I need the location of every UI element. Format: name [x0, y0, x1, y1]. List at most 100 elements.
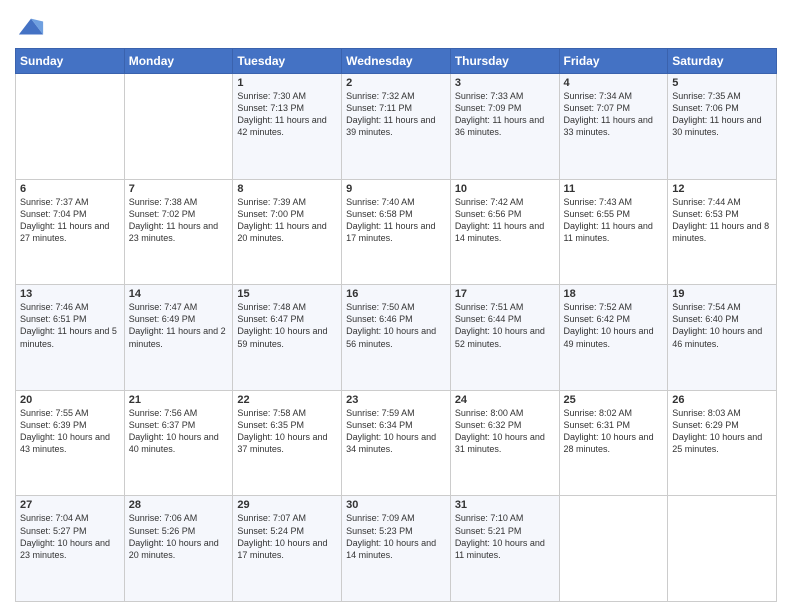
logo	[15, 14, 45, 42]
day-number: 4	[564, 77, 664, 89]
cell-info: Sunrise: 7:40 AM Sunset: 6:58 PM Dayligh…	[346, 196, 446, 245]
day-number: 13	[20, 288, 120, 300]
calendar-cell: 19Sunrise: 7:54 AM Sunset: 6:40 PM Dayli…	[668, 285, 777, 391]
calendar-cell: 29Sunrise: 7:07 AM Sunset: 5:24 PM Dayli…	[233, 496, 342, 602]
calendar-cell: 6Sunrise: 7:37 AM Sunset: 7:04 PM Daylig…	[16, 179, 125, 285]
day-number: 16	[346, 288, 446, 300]
calendar-cell	[559, 496, 668, 602]
calendar-cell	[668, 496, 777, 602]
calendar-cell: 18Sunrise: 7:52 AM Sunset: 6:42 PM Dayli…	[559, 285, 668, 391]
day-number: 14	[129, 288, 229, 300]
day-number: 27	[20, 499, 120, 511]
cell-info: Sunrise: 7:55 AM Sunset: 6:39 PM Dayligh…	[20, 407, 120, 456]
calendar-cell: 25Sunrise: 8:02 AM Sunset: 6:31 PM Dayli…	[559, 390, 668, 496]
cell-info: Sunrise: 7:10 AM Sunset: 5:21 PM Dayligh…	[455, 512, 555, 561]
calendar-cell: 12Sunrise: 7:44 AM Sunset: 6:53 PM Dayli…	[668, 179, 777, 285]
cell-info: Sunrise: 7:34 AM Sunset: 7:07 PM Dayligh…	[564, 90, 664, 139]
calendar-cell: 31Sunrise: 7:10 AM Sunset: 5:21 PM Dayli…	[450, 496, 559, 602]
cell-info: Sunrise: 7:37 AM Sunset: 7:04 PM Dayligh…	[20, 196, 120, 245]
cell-info: Sunrise: 7:33 AM Sunset: 7:09 PM Dayligh…	[455, 90, 555, 139]
calendar-cell: 28Sunrise: 7:06 AM Sunset: 5:26 PM Dayli…	[124, 496, 233, 602]
calendar-week-2: 6Sunrise: 7:37 AM Sunset: 7:04 PM Daylig…	[16, 179, 777, 285]
cell-info: Sunrise: 7:04 AM Sunset: 5:27 PM Dayligh…	[20, 512, 120, 561]
calendar-cell: 21Sunrise: 7:56 AM Sunset: 6:37 PM Dayli…	[124, 390, 233, 496]
day-number: 19	[672, 288, 772, 300]
day-number: 8	[237, 183, 337, 195]
cell-info: Sunrise: 7:50 AM Sunset: 6:46 PM Dayligh…	[346, 301, 446, 350]
cell-info: Sunrise: 7:07 AM Sunset: 5:24 PM Dayligh…	[237, 512, 337, 561]
cell-info: Sunrise: 7:47 AM Sunset: 6:49 PM Dayligh…	[129, 301, 229, 350]
calendar-cell: 3Sunrise: 7:33 AM Sunset: 7:09 PM Daylig…	[450, 74, 559, 180]
calendar-cell: 13Sunrise: 7:46 AM Sunset: 6:51 PM Dayli…	[16, 285, 125, 391]
day-number: 5	[672, 77, 772, 89]
calendar-cell: 23Sunrise: 7:59 AM Sunset: 6:34 PM Dayli…	[342, 390, 451, 496]
calendar-week-5: 27Sunrise: 7:04 AM Sunset: 5:27 PM Dayli…	[16, 496, 777, 602]
calendar-cell: 15Sunrise: 7:48 AM Sunset: 6:47 PM Dayli…	[233, 285, 342, 391]
col-header-wednesday: Wednesday	[342, 49, 451, 74]
cell-info: Sunrise: 7:43 AM Sunset: 6:55 PM Dayligh…	[564, 196, 664, 245]
cell-info: Sunrise: 7:56 AM Sunset: 6:37 PM Dayligh…	[129, 407, 229, 456]
calendar-cell: 22Sunrise: 7:58 AM Sunset: 6:35 PM Dayli…	[233, 390, 342, 496]
calendar-cell: 17Sunrise: 7:51 AM Sunset: 6:44 PM Dayli…	[450, 285, 559, 391]
col-header-thursday: Thursday	[450, 49, 559, 74]
day-number: 11	[564, 183, 664, 195]
calendar-cell: 7Sunrise: 7:38 AM Sunset: 7:02 PM Daylig…	[124, 179, 233, 285]
day-number: 22	[237, 394, 337, 406]
cell-info: Sunrise: 7:48 AM Sunset: 6:47 PM Dayligh…	[237, 301, 337, 350]
cell-info: Sunrise: 7:30 AM Sunset: 7:13 PM Dayligh…	[237, 90, 337, 139]
cell-info: Sunrise: 7:54 AM Sunset: 6:40 PM Dayligh…	[672, 301, 772, 350]
header	[15, 10, 777, 42]
day-number: 12	[672, 183, 772, 195]
day-number: 20	[20, 394, 120, 406]
calendar-cell: 8Sunrise: 7:39 AM Sunset: 7:00 PM Daylig…	[233, 179, 342, 285]
cell-info: Sunrise: 7:39 AM Sunset: 7:00 PM Dayligh…	[237, 196, 337, 245]
calendar-week-3: 13Sunrise: 7:46 AM Sunset: 6:51 PM Dayli…	[16, 285, 777, 391]
cell-info: Sunrise: 7:32 AM Sunset: 7:11 PM Dayligh…	[346, 90, 446, 139]
day-number: 9	[346, 183, 446, 195]
cell-info: Sunrise: 7:44 AM Sunset: 6:53 PM Dayligh…	[672, 196, 772, 245]
calendar-cell	[124, 74, 233, 180]
calendar-table: SundayMondayTuesdayWednesdayThursdayFrid…	[15, 48, 777, 602]
cell-info: Sunrise: 8:02 AM Sunset: 6:31 PM Dayligh…	[564, 407, 664, 456]
cell-info: Sunrise: 7:58 AM Sunset: 6:35 PM Dayligh…	[237, 407, 337, 456]
col-header-saturday: Saturday	[668, 49, 777, 74]
day-number: 10	[455, 183, 555, 195]
cell-info: Sunrise: 7:09 AM Sunset: 5:23 PM Dayligh…	[346, 512, 446, 561]
day-number: 24	[455, 394, 555, 406]
calendar-week-1: 1Sunrise: 7:30 AM Sunset: 7:13 PM Daylig…	[16, 74, 777, 180]
day-number: 30	[346, 499, 446, 511]
cell-info: Sunrise: 7:46 AM Sunset: 6:51 PM Dayligh…	[20, 301, 120, 350]
col-header-friday: Friday	[559, 49, 668, 74]
calendar-cell: 11Sunrise: 7:43 AM Sunset: 6:55 PM Dayli…	[559, 179, 668, 285]
logo-icon	[17, 14, 45, 42]
calendar-cell: 9Sunrise: 7:40 AM Sunset: 6:58 PM Daylig…	[342, 179, 451, 285]
day-number: 1	[237, 77, 337, 89]
calendar-cell: 4Sunrise: 7:34 AM Sunset: 7:07 PM Daylig…	[559, 74, 668, 180]
day-number: 17	[455, 288, 555, 300]
cell-info: Sunrise: 7:35 AM Sunset: 7:06 PM Dayligh…	[672, 90, 772, 139]
day-number: 18	[564, 288, 664, 300]
cell-info: Sunrise: 8:00 AM Sunset: 6:32 PM Dayligh…	[455, 407, 555, 456]
day-number: 3	[455, 77, 555, 89]
calendar-header-row: SundayMondayTuesdayWednesdayThursdayFrid…	[16, 49, 777, 74]
day-number: 15	[237, 288, 337, 300]
calendar-cell: 20Sunrise: 7:55 AM Sunset: 6:39 PM Dayli…	[16, 390, 125, 496]
cell-info: Sunrise: 7:06 AM Sunset: 5:26 PM Dayligh…	[129, 512, 229, 561]
calendar-cell: 10Sunrise: 7:42 AM Sunset: 6:56 PM Dayli…	[450, 179, 559, 285]
col-header-sunday: Sunday	[16, 49, 125, 74]
calendar-cell: 5Sunrise: 7:35 AM Sunset: 7:06 PM Daylig…	[668, 74, 777, 180]
calendar-cell: 26Sunrise: 8:03 AM Sunset: 6:29 PM Dayli…	[668, 390, 777, 496]
calendar-cell: 1Sunrise: 7:30 AM Sunset: 7:13 PM Daylig…	[233, 74, 342, 180]
day-number: 21	[129, 394, 229, 406]
calendar-cell: 14Sunrise: 7:47 AM Sunset: 6:49 PM Dayli…	[124, 285, 233, 391]
calendar-cell: 30Sunrise: 7:09 AM Sunset: 5:23 PM Dayli…	[342, 496, 451, 602]
cell-info: Sunrise: 7:51 AM Sunset: 6:44 PM Dayligh…	[455, 301, 555, 350]
calendar-cell: 27Sunrise: 7:04 AM Sunset: 5:27 PM Dayli…	[16, 496, 125, 602]
cell-info: Sunrise: 7:42 AM Sunset: 6:56 PM Dayligh…	[455, 196, 555, 245]
day-number: 2	[346, 77, 446, 89]
day-number: 25	[564, 394, 664, 406]
cell-info: Sunrise: 7:59 AM Sunset: 6:34 PM Dayligh…	[346, 407, 446, 456]
calendar-cell: 16Sunrise: 7:50 AM Sunset: 6:46 PM Dayli…	[342, 285, 451, 391]
cell-info: Sunrise: 7:38 AM Sunset: 7:02 PM Dayligh…	[129, 196, 229, 245]
day-number: 7	[129, 183, 229, 195]
